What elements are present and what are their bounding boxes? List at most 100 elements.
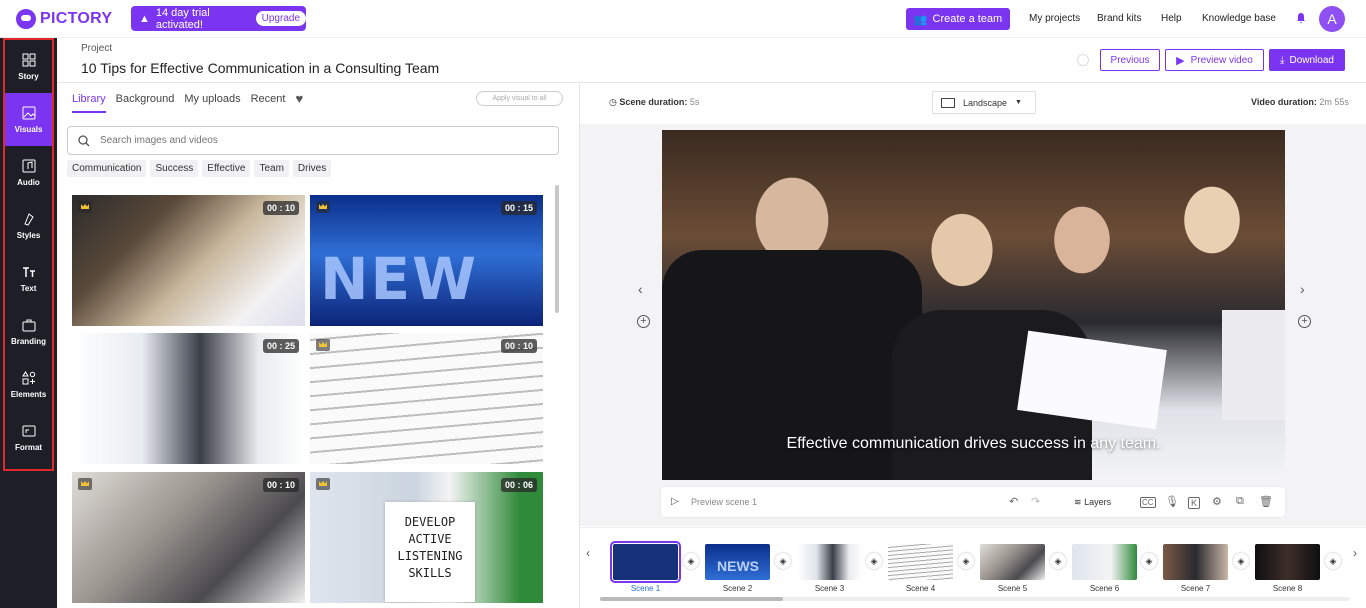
- search-box[interactable]: [67, 126, 559, 155]
- scene-label: Scene 8: [1272, 584, 1303, 593]
- duplicate-icon[interactable]: ⧉: [1236, 495, 1244, 508]
- upgrade-button[interactable]: Upgrade: [255, 11, 306, 26]
- scene-thumb-8[interactable]: [1255, 544, 1320, 580]
- add-scene-before-icon[interactable]: +: [637, 315, 650, 328]
- scene-thumb-1[interactable]: [610, 541, 681, 583]
- sidebar-item-audio[interactable]: Audio: [3, 146, 54, 199]
- preview-video-button[interactable]: ▶ Preview video: [1165, 49, 1264, 71]
- styles-icon: [23, 212, 34, 226]
- library-thumb[interactable]: 00 : 10: [72, 195, 305, 326]
- layers-label: Layers: [1084, 497, 1112, 507]
- scene-duration: ◷ Scene duration: 5s: [609, 97, 699, 108]
- apply-visual-to-all-button[interactable]: Apply visual to all: [476, 91, 563, 106]
- heart-icon[interactable]: ♥: [295, 91, 303, 113]
- video-laptop: [1222, 310, 1285, 420]
- duration-badge: 00 : 10: [262, 478, 299, 492]
- redo-icon[interactable]: ↷: [1031, 495, 1040, 508]
- library-thumb[interactable]: 00 : 25: [72, 333, 305, 464]
- play-scene-icon[interactable]: ▷: [671, 496, 679, 507]
- orientation-select[interactable]: Landscape ▼: [932, 91, 1036, 114]
- tab-library[interactable]: Library: [72, 93, 106, 113]
- settings-gear-icon[interactable]: ⚙: [1212, 495, 1222, 508]
- team-icon: 👥: [913, 13, 928, 26]
- library-tabs: Library Background My uploads Recent ♥: [72, 91, 303, 113]
- briefcase-icon: [22, 319, 35, 331]
- scene-duration-label: Scene duration:: [619, 97, 688, 107]
- layers-icon[interactable]: ◈: [958, 553, 974, 569]
- scene-label: Scene 6: [1089, 584, 1120, 593]
- video-preview[interactable]: Effective communication drives success i…: [662, 130, 1285, 480]
- ai-voice-icon[interactable]: K: [1188, 497, 1201, 509]
- save-status-icon: [1077, 54, 1089, 66]
- scene-thumb-6[interactable]: [1072, 544, 1137, 580]
- chip-effective[interactable]: Effective: [202, 160, 251, 177]
- add-scene-after-icon[interactable]: +: [1298, 315, 1311, 328]
- search-input[interactable]: [100, 135, 520, 146]
- previous-button[interactable]: Previous: [1100, 49, 1160, 71]
- nav-help[interactable]: Help: [1161, 13, 1182, 24]
- preview-scene-label[interactable]: Preview scene 1: [691, 497, 757, 507]
- library-scrollbar[interactable]: [555, 185, 559, 313]
- sidebar-item-visuals[interactable]: Visuals: [3, 93, 54, 146]
- pictory-logo[interactable]: PICTORY: [16, 8, 112, 30]
- layers-icon[interactable]: ◈: [1141, 553, 1157, 569]
- undo-icon[interactable]: ↶: [1009, 495, 1018, 508]
- header-divider: [57, 82, 1366, 83]
- sidebar-item-branding[interactable]: Branding: [3, 305, 54, 358]
- scene-thumb-2[interactable]: NEWS: [705, 544, 770, 580]
- prev-scene-arrow-icon[interactable]: ‹: [638, 281, 643, 297]
- sidebar-item-format[interactable]: Format: [3, 411, 54, 464]
- timeline-scrollbar[interactable]: [600, 597, 783, 601]
- text-icon: [22, 266, 35, 277]
- next-scene-arrow-icon[interactable]: ›: [1300, 281, 1305, 297]
- sidebar-item-label: Visuals: [14, 124, 43, 134]
- video-duration-label: Video duration:: [1251, 97, 1317, 107]
- chip-drives[interactable]: Drives: [292, 160, 332, 177]
- chip-communication[interactable]: Communication: [67, 160, 147, 177]
- scene-thumb-4[interactable]: [888, 544, 953, 580]
- captions-icon[interactable]: CC: [1140, 497, 1156, 508]
- chip-success[interactable]: Success: [150, 160, 199, 177]
- library-thumb[interactable]: DEVELOP ACTIVE LISTENING SKILLS 00 : 06: [310, 472, 543, 603]
- scene-thumb-3[interactable]: [797, 544, 862, 580]
- layers-icon[interactable]: ◈: [1050, 553, 1066, 569]
- layers-icon[interactable]: ◈: [775, 553, 791, 569]
- layers-icon[interactable]: ◈: [683, 553, 699, 569]
- sidebar-item-story[interactable]: Story: [3, 40, 54, 93]
- layers-icon[interactable]: ◈: [1233, 553, 1249, 569]
- layers-button[interactable]: ≋ Layers: [1074, 497, 1111, 508]
- project-title[interactable]: 10 Tips for Effective Communication in a…: [81, 60, 439, 76]
- subtitle-text[interactable]: Effective communication drives success i…: [662, 435, 1285, 453]
- download-icon: ⤓: [1280, 54, 1285, 66]
- nav-knowledge-base[interactable]: Knowledge base: [1202, 13, 1276, 24]
- scene-thumb-5[interactable]: [980, 544, 1045, 580]
- chip-team[interactable]: Team: [254, 160, 289, 177]
- scene-thumb-7[interactable]: [1163, 544, 1228, 580]
- delete-icon[interactable]: 🗑: [1259, 495, 1273, 508]
- tab-my-uploads[interactable]: My uploads: [184, 93, 240, 113]
- bell-icon[interactable]: [1295, 12, 1307, 24]
- layers-icon[interactable]: ◈: [866, 553, 882, 569]
- scene-label: Scene 2: [722, 584, 753, 593]
- tab-recent[interactable]: Recent: [251, 93, 286, 113]
- scene-control-bar: ▷ Preview scene 1 ↶ ↷ ≋ Layers CC 🎙 K ⚙ …: [661, 487, 1285, 517]
- landscape-icon: [941, 97, 955, 108]
- user-avatar[interactable]: A: [1319, 6, 1345, 32]
- search-icon: [78, 134, 90, 146]
- library-thumb[interactable]: 00 : 10: [72, 472, 305, 603]
- library-thumb[interactable]: NEW 00 : 15: [310, 195, 543, 326]
- timeline-left-arrow-icon[interactable]: ‹: [586, 546, 590, 560]
- download-button[interactable]: ⤓ Download: [1269, 49, 1345, 71]
- sidebar-item-styles[interactable]: Styles: [3, 199, 54, 252]
- tab-background[interactable]: Background: [116, 93, 175, 113]
- microphone-icon[interactable]: 🎙: [1165, 495, 1179, 508]
- create-team-button[interactable]: 👥 Create a team: [906, 8, 1010, 30]
- nav-brand-kits[interactable]: Brand kits: [1097, 13, 1141, 24]
- nav-my-projects[interactable]: My projects: [1029, 13, 1080, 24]
- library-thumb[interactable]: 00 : 10: [310, 333, 543, 464]
- sidebar-item-elements[interactable]: Elements: [3, 358, 54, 411]
- timeline-right-arrow-icon[interactable]: ›: [1353, 546, 1357, 560]
- download-label: Download: [1289, 54, 1334, 66]
- layers-icon[interactable]: ◈: [1325, 553, 1341, 569]
- sidebar-item-text[interactable]: Text: [3, 252, 54, 305]
